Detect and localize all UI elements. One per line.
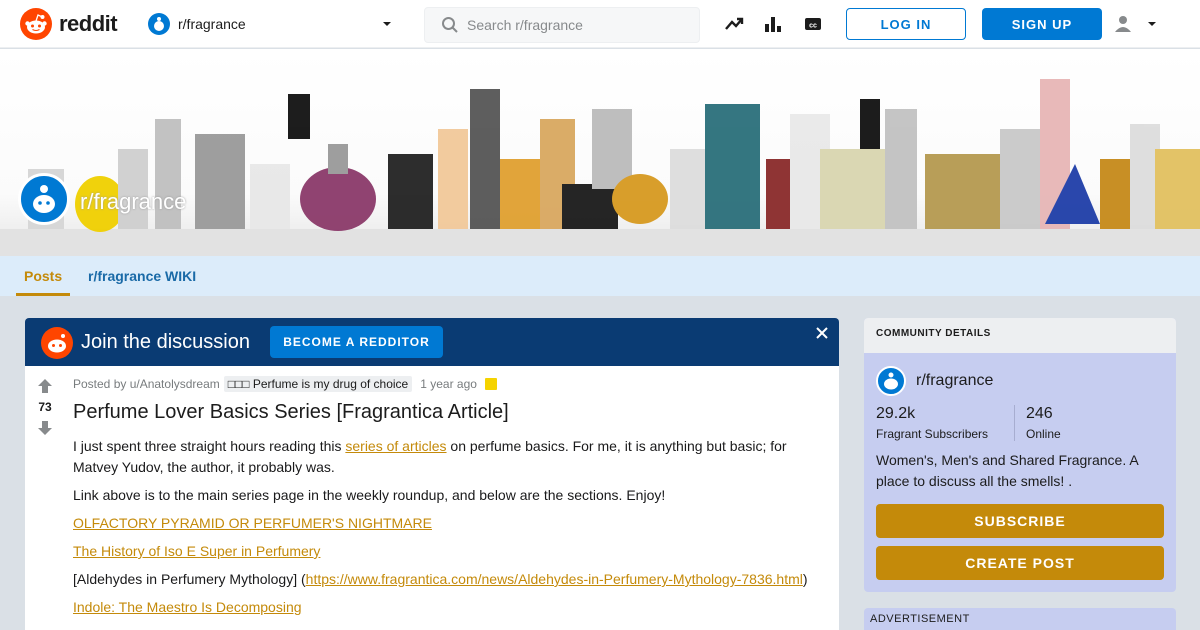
user-icon bbox=[1115, 16, 1131, 32]
subscribe-button[interactable]: SUBSCRIBE bbox=[876, 504, 1164, 538]
close-icon[interactable] bbox=[815, 326, 829, 340]
indole-link[interactable]: Indole: The Maestro Is Decomposing bbox=[73, 599, 302, 615]
sign-up-button[interactable]: SIGN UP bbox=[982, 8, 1102, 40]
online-count: 246 bbox=[1026, 405, 1053, 422]
subreddit-switcher[interactable]: r/fragrance bbox=[148, 13, 398, 35]
closed-caption-icon[interactable]: cc bbox=[803, 14, 823, 34]
vote-column: 73 bbox=[25, 366, 65, 630]
community-details-card: COMMUNITY DETAILS r/fragrance 29.2k Frag… bbox=[864, 318, 1176, 592]
tab-posts[interactable]: Posts bbox=[16, 256, 71, 296]
post-meta: Posted by u/Anatolysdream □□□ Perfume is… bbox=[73, 376, 497, 392]
advertisement-label: ADVERTISEMENT bbox=[864, 608, 1176, 630]
post-paragraph: Link above is to the main series page in… bbox=[73, 487, 666, 503]
log-in-button[interactable]: LOG IN bbox=[846, 8, 966, 40]
online-label: Online bbox=[1026, 427, 1061, 441]
stats-icon[interactable] bbox=[763, 14, 783, 34]
online-stat: 246 Online bbox=[1026, 405, 1061, 441]
subreddit-avatar bbox=[18, 173, 70, 225]
subreddit-banner: r/fragrance bbox=[0, 49, 1200, 256]
chevron-down-icon bbox=[1148, 22, 1156, 26]
subreddit-switcher-label: r/fragrance bbox=[178, 16, 246, 32]
reddit-snoo-icon bbox=[20, 8, 52, 40]
series-of-articles-link[interactable]: series of articles bbox=[345, 438, 446, 454]
upvote-arrow-icon[interactable] bbox=[37, 378, 53, 394]
post-timestamp[interactable]: 1 year ago bbox=[420, 377, 477, 391]
tab-wiki[interactable]: r/fragrance WIKI bbox=[80, 256, 204, 296]
become-a-redditor-button[interactable]: BECOME A REDDITOR bbox=[270, 326, 443, 358]
downvote-arrow-icon[interactable] bbox=[37, 420, 53, 436]
post-paragraph: I just spent three straight hours readin… bbox=[73, 438, 787, 475]
subreddit-avatar-icon bbox=[148, 13, 170, 35]
subreddit-avatar-icon bbox=[876, 366, 906, 396]
join-discussion-text: Join the discussion bbox=[81, 331, 250, 353]
reddit-logo[interactable]: reddit bbox=[20, 8, 118, 40]
post-title[interactable]: Perfume Lover Basics Series [Fragrantica… bbox=[73, 401, 509, 424]
community-identity[interactable]: r/fragrance bbox=[876, 366, 993, 396]
search-icon bbox=[442, 17, 458, 33]
reddit-snoo-icon bbox=[41, 327, 73, 359]
subscribers-label: Fragrant Subscribers bbox=[876, 427, 989, 441]
post-body: I just spent three straight hours readin… bbox=[73, 436, 823, 625]
svg-text:cc: cc bbox=[809, 23, 817, 30]
olfactory-pyramid-link[interactable]: OLFACTORY PYRAMID OR PERFUMER'S NIGHTMAR… bbox=[73, 515, 432, 531]
subscribers-stat: 29.2k Fragrant Subscribers bbox=[876, 405, 988, 441]
join-discussion-banner: Join the discussion BECOME A REDDITOR bbox=[25, 318, 839, 366]
aldehydes-link[interactable]: https://www.fragrantica.com/news/Aldehyd… bbox=[306, 571, 803, 587]
user-menu[interactable] bbox=[1112, 13, 1162, 35]
award-icon[interactable] bbox=[484, 378, 497, 390]
community-description: Women's, Men's and Shared Fragrance. A p… bbox=[876, 452, 1138, 489]
post-paragraph: [Aldehydes in Perfumery Mythology] (http… bbox=[73, 571, 808, 587]
community-details-heading: COMMUNITY DETAILS bbox=[864, 318, 1176, 353]
create-post-button[interactable]: CREATE POST bbox=[876, 546, 1164, 580]
perfume-bottles-banner-image bbox=[0, 79, 1200, 256]
post-card: 73 Posted by u/Anatolysdream □□□ Perfume… bbox=[25, 366, 839, 630]
subreddit-nav-tabs: Posts r/fragrance WIKI bbox=[0, 256, 1200, 296]
chevron-down-icon bbox=[383, 22, 391, 26]
vote-count: 73 bbox=[38, 400, 52, 414]
top-header: reddit r/fragrance cc LOG IN SIGN UP bbox=[0, 0, 1200, 48]
community-name: r/fragrance bbox=[916, 372, 994, 389]
user-flair: □□□ Perfume is my drug of choice bbox=[223, 376, 413, 392]
search-bar[interactable] bbox=[424, 7, 700, 43]
post-author[interactable]: Posted by u/Anatolysdream bbox=[73, 377, 220, 391]
stat-divider bbox=[1014, 405, 1015, 441]
subreddit-snoo-icon bbox=[33, 185, 55, 213]
subreddit-banner-title: r/fragrance bbox=[80, 189, 187, 214]
trending-icon[interactable] bbox=[724, 14, 744, 34]
subscribers-count: 29.2k bbox=[876, 405, 916, 422]
reddit-wordmark: reddit bbox=[59, 11, 118, 36]
search-input[interactable] bbox=[467, 17, 687, 33]
iso-e-super-link[interactable]: The History of Iso E Super in Perfumery bbox=[73, 543, 320, 559]
